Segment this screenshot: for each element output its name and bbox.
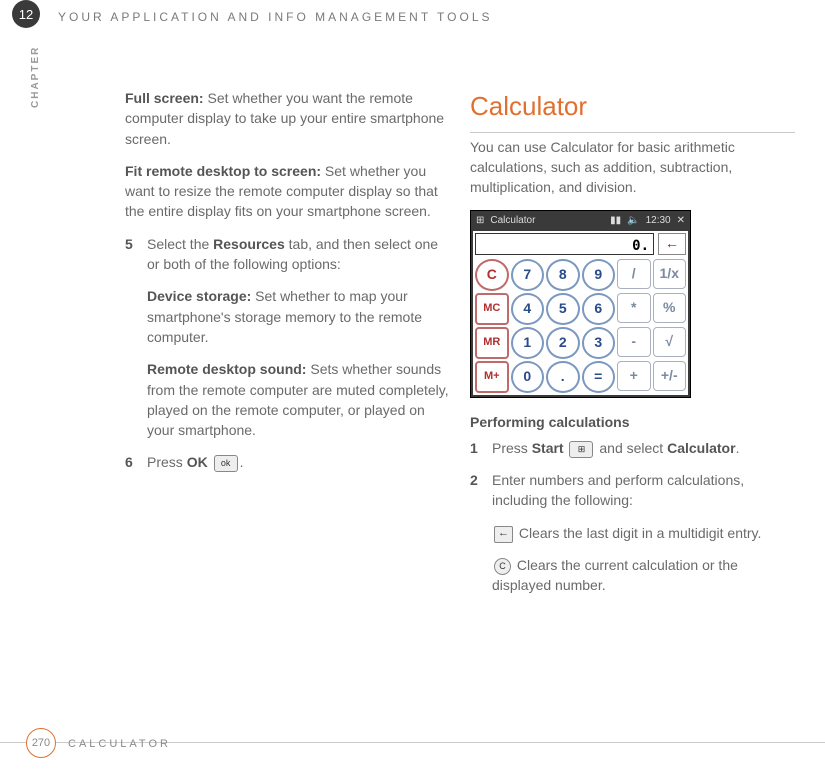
paragraph-full-screen: Full screen: Set whether you want the re…	[125, 88, 450, 149]
step-5-body: Select the Resources tab, and then selec…	[147, 234, 450, 275]
icon-line-clear-text: Clears the current calculation or the di…	[492, 557, 738, 593]
icon-line-clear: C Clears the current calculation or the …	[492, 555, 795, 596]
step-1-post: .	[736, 440, 740, 456]
backspace-icon: ←	[494, 526, 513, 543]
calculator-backspace-button: ←	[658, 233, 686, 255]
calc-key-C: C	[475, 259, 509, 291]
signal-icon: ▮▮	[610, 214, 621, 229]
step-2-row: 2 Enter numbers and perform calculations…	[470, 470, 795, 511]
step-6-post: .	[240, 454, 244, 470]
paragraph-device-storage: Device storage: Set whether to map your …	[147, 286, 450, 347]
start-button-icon: ⊞	[569, 441, 593, 458]
calc-key-: +	[617, 361, 651, 391]
step-number-1: 1	[470, 438, 492, 458]
step-number-6: 6	[125, 452, 147, 472]
label-remote-sound: Remote desktop sound:	[147, 361, 306, 377]
chapter-number-badge: 12	[12, 0, 40, 28]
calc-key-: *	[617, 293, 651, 323]
calc-key-8: 8	[546, 259, 580, 291]
calculator-display-row: 0. ←	[473, 231, 688, 257]
label-fit-remote: Fit remote desktop to screen:	[125, 163, 321, 179]
calc-key-6: 6	[582, 293, 616, 325]
calc-key-7: 7	[511, 259, 545, 291]
calc-key-: /	[617, 259, 651, 289]
page-number-badge: 270	[26, 728, 56, 758]
paragraph-fit-remote: Fit remote desktop to screen: Set whethe…	[125, 161, 450, 222]
step-6-pre: Press	[147, 454, 187, 470]
page-footer: 270 CALCULATOR	[0, 728, 825, 760]
label-device-storage: Device storage:	[147, 288, 251, 304]
calc-key-MR: MR	[475, 327, 509, 359]
calculator-body: 0. ← C789/1/xMC456*%MR123-√M+0.=++/-	[473, 231, 688, 395]
step-1-row: 1 Press Start ⊞ and select Calculator.	[470, 438, 795, 458]
calc-key-4: 4	[511, 293, 545, 325]
calculator-display: 0.	[475, 233, 654, 255]
calculator-figure: ⊞ Calculator ▮▮ 🔈 12:30 ✕ 0. ← C789/1/x M…	[470, 210, 691, 398]
step-1-bold-calc: Calculator	[667, 440, 735, 456]
step-6-body: Press OK ok.	[147, 452, 450, 472]
content-area: Full screen: Set whether you want the re…	[125, 88, 795, 608]
step-number-5: 5	[125, 234, 147, 275]
step-1-mid: and select	[595, 440, 667, 456]
step-5-bold: Resources	[213, 236, 285, 252]
clock-text: 12:30	[646, 214, 671, 229]
icon-line-back: ← Clears the last digit in a multidigit …	[492, 523, 795, 543]
calc-key-: √	[653, 327, 687, 357]
step-number-2: 2	[470, 470, 492, 511]
calc-key-: %	[653, 293, 687, 323]
calc-key-: +/-	[653, 361, 687, 391]
step-1-bold-start: Start	[532, 440, 564, 456]
step-1-body: Press Start ⊞ and select Calculator.	[492, 438, 795, 458]
clear-icon: C	[494, 558, 511, 575]
section-heading-calculator: Calculator	[470, 88, 795, 133]
step-5-pre: Select the	[147, 236, 213, 252]
calc-key-: .	[546, 361, 580, 393]
calc-key-9: 9	[582, 259, 616, 291]
right-column: Calculator You can use Calculator for ba…	[470, 88, 795, 608]
icon-line-back-text: Clears the last digit in a multidigit en…	[515, 525, 761, 541]
calc-key-MC: MC	[475, 293, 509, 325]
speaker-icon: 🔈	[627, 214, 639, 229]
calculator-title-text: Calculator	[490, 214, 535, 229]
calculator-titlebar: ⊞ Calculator ▮▮ 🔈 12:30 ✕	[473, 213, 688, 231]
calculator-intro: You can use Calculator for basic arithme…	[470, 137, 795, 198]
calc-key-: =	[582, 361, 616, 393]
close-icon: ✕	[677, 214, 685, 229]
page-header-title: YOUR APPLICATION AND INFO MANAGEMENT TOO…	[58, 10, 493, 24]
calc-key-1x: 1/x	[653, 259, 687, 289]
chapter-label: CHAPTER	[30, 46, 41, 108]
left-column: Full screen: Set whether you want the re…	[125, 88, 450, 608]
footer-section-label: CALCULATOR	[68, 738, 171, 750]
step-2-body: Enter numbers and perform calculations, …	[492, 470, 795, 511]
calc-key-: -	[617, 327, 651, 357]
label-full-screen: Full screen:	[125, 90, 204, 106]
calc-key-5: 5	[546, 293, 580, 325]
calc-key-2: 2	[546, 327, 580, 359]
calculator-keypad: C789/1/x MC456*% MR123-√ M+0.=++/-	[473, 257, 688, 395]
step-6-row: 6 Press OK ok.	[125, 452, 450, 472]
calc-key-M: M+	[475, 361, 509, 393]
calc-key-3: 3	[582, 327, 616, 359]
calc-key-0: 0	[511, 361, 545, 393]
paragraph-remote-sound: Remote desktop sound: Sets whether sound…	[147, 359, 450, 440]
ok-button-icon: ok	[214, 455, 238, 472]
step-6-bold: OK	[187, 454, 208, 470]
windows-flag-icon: ⊞	[476, 214, 484, 229]
subhead-performing: Performing calculations	[470, 412, 795, 432]
calc-key-1: 1	[511, 327, 545, 359]
step-5-row: 5 Select the Resources tab, and then sel…	[125, 234, 450, 275]
step-1-pre: Press	[492, 440, 532, 456]
